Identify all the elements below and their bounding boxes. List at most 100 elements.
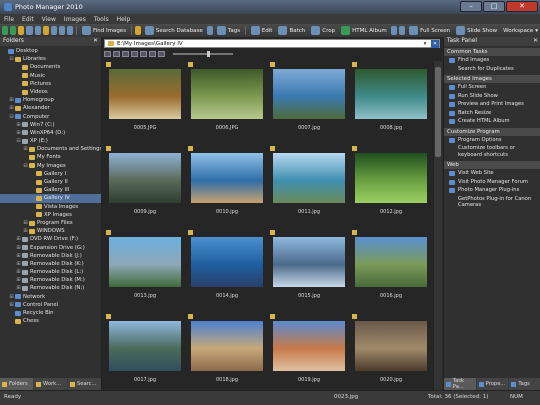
tree-expander-icon[interactable]: ⊞ — [16, 260, 21, 268]
thumbnail-image[interactable] — [355, 237, 427, 287]
task-section-header[interactable]: Common Tasks — [444, 48, 540, 56]
tree-expander-icon[interactable]: ⊞ — [23, 219, 28, 227]
folder-tree-item[interactable]: ⊟ My Images — [0, 162, 101, 170]
thumbnail-item[interactable]: 0007.jpg — [270, 62, 348, 142]
thumbnail-item[interactable]: 0016.jpg — [352, 230, 430, 310]
thumbnail-item[interactable]: 0008.jpg — [352, 62, 430, 142]
folder-tree-item[interactable]: ⊞ Control Panel — [0, 301, 101, 309]
list-view-icon[interactable] — [122, 51, 129, 57]
tree-expander-icon[interactable]: ⊞ — [16, 284, 21, 292]
thumbnail-image[interactable] — [191, 237, 263, 287]
tab-folders[interactable]: Folders — [0, 378, 33, 390]
batch-button[interactable]: Batch — [276, 26, 307, 35]
tree-expander-icon[interactable]: ⊞ — [9, 301, 14, 309]
thumbnail-item[interactable]: 0012.jpg — [352, 146, 430, 226]
thumbnail-image[interactable] — [355, 321, 427, 371]
tree-expander-icon[interactable]: ⊞ — [9, 293, 14, 301]
vertical-scrollbar[interactable] — [433, 61, 442, 390]
select-all-icon[interactable] — [149, 51, 156, 57]
thumbnails-view-icon[interactable] — [104, 51, 111, 57]
thumbnail-checkbox-icon[interactable] — [188, 62, 193, 67]
thumbnail-checkbox-icon[interactable] — [188, 230, 193, 235]
thumbnail-image[interactable] — [273, 321, 345, 371]
thumbnail-checkbox-icon[interactable] — [270, 314, 275, 319]
rotate-right-icon[interactable] — [398, 26, 406, 35]
thumbnail-image[interactable] — [355, 153, 427, 203]
folder-tree-item[interactable]: ⊞ Removable Disk (L:) — [0, 268, 101, 276]
task-section-header[interactable]: Web — [444, 161, 540, 169]
folder-tree-item[interactable]: ⊞ Win7 (C:) — [0, 121, 101, 129]
thumbnail-image[interactable] — [109, 153, 181, 203]
sort-icon[interactable] — [131, 51, 138, 57]
folder-tree-item[interactable]: ⊟ XP (E:) — [0, 137, 101, 145]
folder-tree-item[interactable]: Desktop — [0, 47, 101, 55]
folder-tree-item[interactable]: Chess — [0, 317, 101, 325]
back-icon[interactable] — [2, 26, 9, 35]
minimize-button[interactable]: – — [460, 1, 482, 12]
address-path[interactable]: E:\My Images\Gallery IV — [117, 41, 183, 47]
task-link[interactable]: Create HTML Album — [444, 117, 540, 126]
thumbnail-item[interactable]: 0018.jpg — [188, 314, 266, 392]
folder-tree-item[interactable]: Gallery III — [0, 186, 101, 194]
tree-expander-icon[interactable]: ⊞ — [16, 129, 21, 137]
find-images-button[interactable]: Find Images — [80, 26, 128, 35]
thumbnail-size-slider[interactable] — [173, 51, 233, 57]
thumbnail-image[interactable] — [191, 69, 263, 119]
filter-icon[interactable] — [140, 51, 147, 57]
task-link[interactable]: GetPhotos Plug-in for Canon Cameras — [444, 195, 540, 210]
html-album-button[interactable]: HTML Album — [339, 26, 389, 35]
folder-tree-item[interactable]: Videos — [0, 88, 101, 96]
folder-tree-item[interactable]: My Fonts — [0, 153, 101, 161]
full-screen-button[interactable]: Full Screen — [407, 26, 452, 35]
task-link[interactable]: Photo Manager Plug-ins — [444, 186, 540, 195]
folder-tree-item[interactable]: Gallery I — [0, 170, 101, 178]
thumbnail-item[interactable]: 0015.jpg — [270, 230, 348, 310]
folder-tree-item[interactable]: ⊞ Alexander — [0, 104, 101, 112]
menu-file[interactable]: File — [0, 16, 18, 23]
close-icon[interactable]: ✕ — [431, 39, 439, 48]
tree-expander-icon[interactable]: ⊟ — [9, 55, 14, 63]
menu-help[interactable]: Help — [113, 16, 135, 23]
address-bar[interactable]: E:\My Images\Gallery IV ▾ ✕ — [104, 39, 440, 48]
scrollbar-thumb[interactable] — [435, 67, 441, 157]
thumbnail-checkbox-icon[interactable] — [270, 230, 275, 235]
folder-tree-item[interactable]: ⊞ Removable Disk (N:) — [0, 284, 101, 292]
tree-expander-icon[interactable]: ⊟ — [9, 113, 14, 121]
task-link[interactable]: Visit Photo Manager Forum — [444, 178, 540, 187]
tab-properties[interactable]: Prope... — [476, 378, 509, 390]
tree-expander-icon[interactable]: ⊞ — [16, 121, 21, 129]
folder-tree-item[interactable]: ⊞ WINDOWS — [0, 227, 101, 235]
delete-icon[interactable] — [67, 26, 74, 35]
folder-tree-item[interactable]: Documents — [0, 63, 101, 71]
folder-tree-item[interactable]: ⊞ Removable Disk (K:) — [0, 260, 101, 268]
tree-expander-icon[interactable]: ⊞ — [16, 268, 21, 276]
thumbnail-image[interactable] — [191, 321, 263, 371]
folder-tree-item[interactable]: ⊞ WinXP64 (D:) — [0, 129, 101, 137]
thumbnail-image[interactable] — [273, 153, 345, 203]
home-icon[interactable] — [34, 26, 41, 35]
folder-tree-item[interactable]: ⊞ DVD RW Drive (F:) — [0, 235, 101, 243]
thumbnail-checkbox-icon[interactable] — [106, 230, 111, 235]
thumbnail-checkbox-icon[interactable] — [106, 314, 111, 319]
folder-tree-item[interactable]: ⊞ Removable Disk (M:) — [0, 276, 101, 284]
thumbnail-image[interactable] — [109, 237, 181, 287]
menu-edit[interactable]: Edit — [18, 16, 38, 23]
tree-expander-icon[interactable]: ⊞ — [16, 252, 21, 260]
tab-tags[interactable]: Tags — [509, 378, 540, 390]
thumbnail-item[interactable]: 0020.jpg — [352, 314, 430, 392]
refresh-icon[interactable] — [26, 26, 33, 35]
edit-button[interactable]: Edit — [249, 26, 275, 35]
close-panel-icon[interactable]: ✕ — [93, 37, 98, 46]
menu-tools[interactable]: Tools — [90, 16, 113, 23]
folder-tree-item[interactable]: Pictures — [0, 80, 101, 88]
rotate-left-icon[interactable] — [390, 26, 397, 35]
close-panel-icon[interactable]: ✕ — [533, 37, 538, 46]
thumbnail-image[interactable] — [273, 237, 345, 287]
task-link[interactable]: Visit Web Site — [444, 169, 540, 178]
thumbnail-checkbox-icon[interactable] — [106, 146, 111, 151]
copy-icon[interactable] — [50, 26, 57, 35]
folder-tree-item[interactable]: XP Images — [0, 211, 101, 219]
thumbnail-image[interactable] — [355, 69, 427, 119]
task-section-header[interactable]: Customize Program — [444, 127, 540, 136]
folder-tree-item[interactable]: Music — [0, 72, 101, 80]
